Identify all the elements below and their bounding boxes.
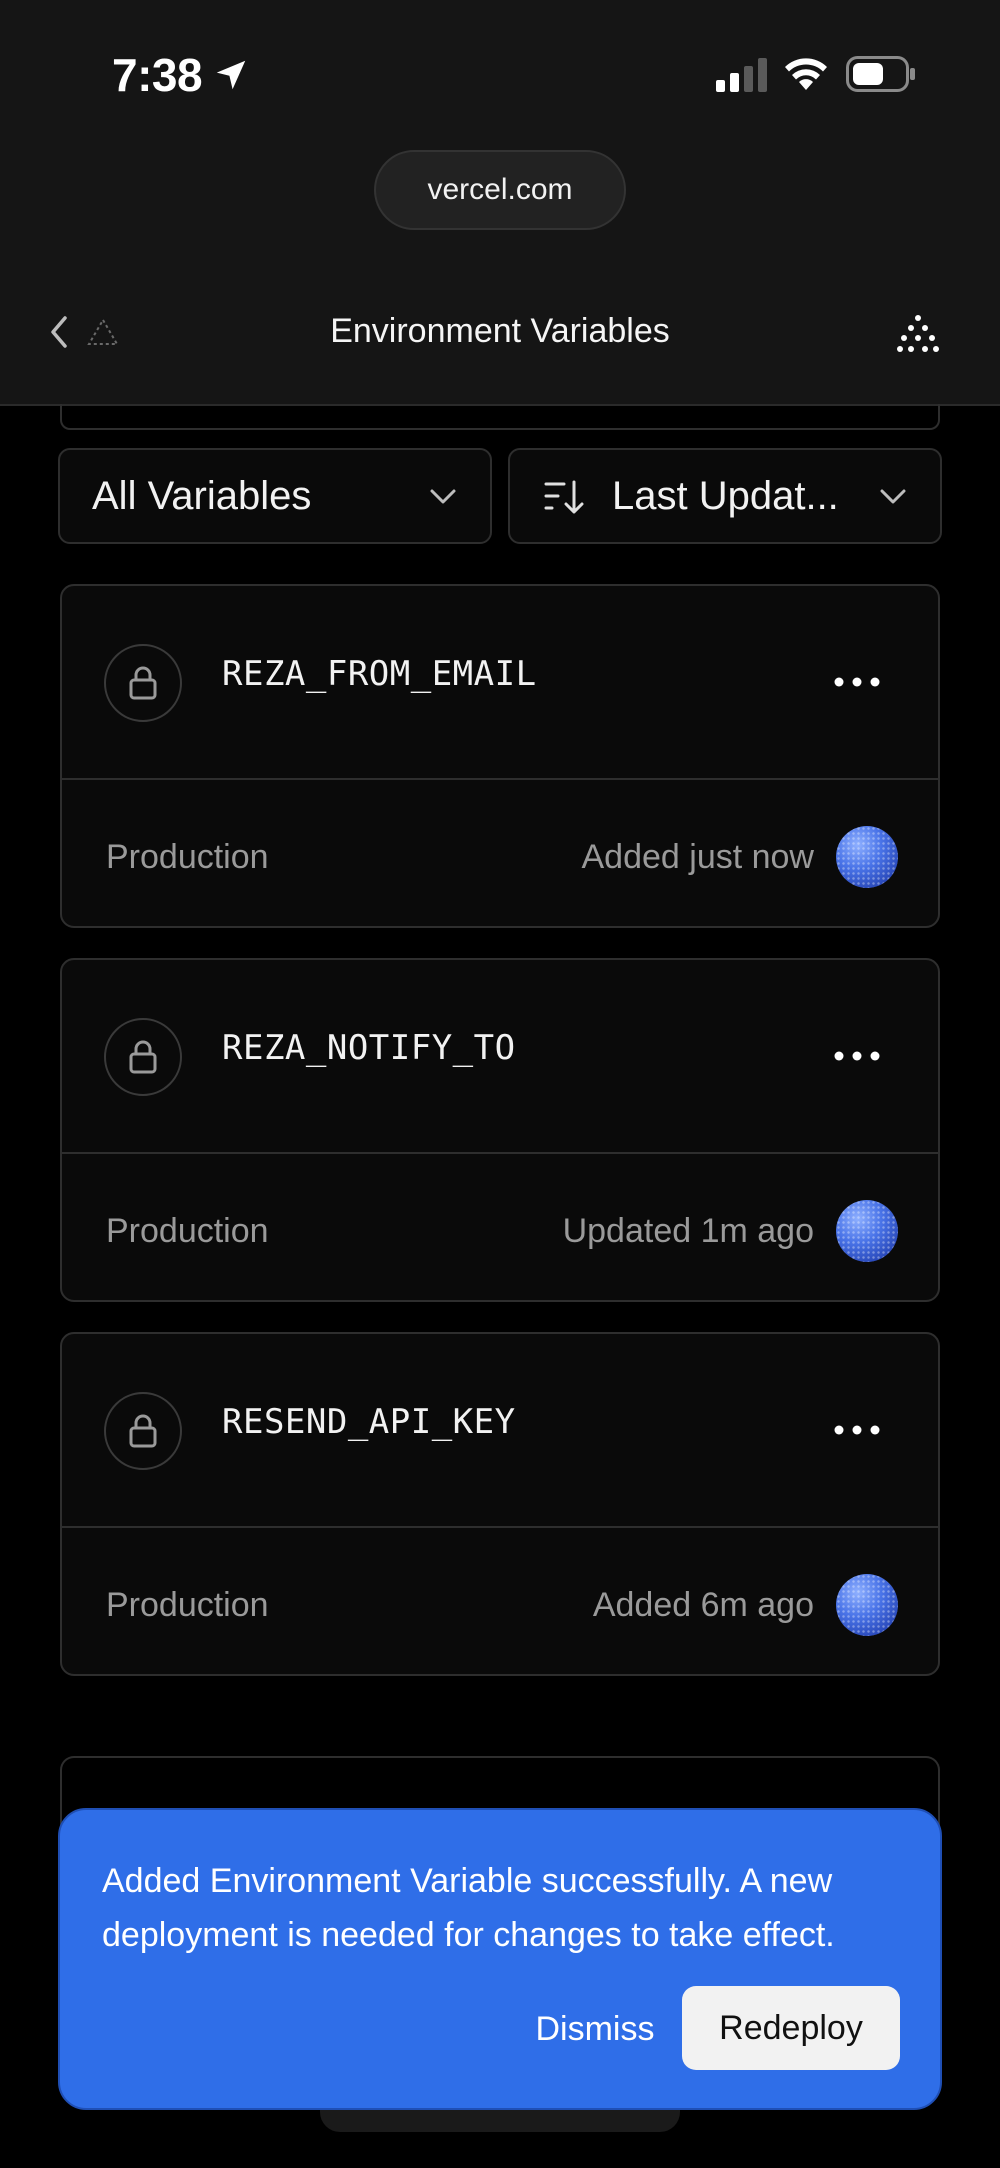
env-var-name: REZA_NOTIFY_TO xyxy=(222,1028,516,1068)
sort-descending-icon xyxy=(544,480,584,514)
avatar xyxy=(836,1574,898,1636)
redeploy-button[interactable]: Redeploy xyxy=(682,1986,900,2070)
env-target-label: Production xyxy=(106,838,269,876)
dismiss-button[interactable]: Dismiss xyxy=(500,1988,690,2070)
success-toast: Added Environment Variable successfully.… xyxy=(58,1808,942,2110)
url-pill[interactable]: vercel.com xyxy=(374,150,626,230)
scope-select-label: All Variables xyxy=(92,473,312,518)
scope-select[interactable]: All Variables xyxy=(58,448,492,544)
sort-select[interactable]: Last Updat... xyxy=(508,448,942,544)
page: 7:38 vercel.com Environment Variables Al… xyxy=(0,0,1000,2168)
more-options-icon[interactable] xyxy=(830,1044,884,1068)
env-var-card-header: REZA_FROM_EMAIL xyxy=(62,586,938,780)
status-bar: 7:38 xyxy=(0,0,1000,140)
sort-select-label: Last Updat... xyxy=(612,473,839,518)
menu-dots-icon[interactable] xyxy=(896,312,940,356)
lock-icon xyxy=(129,666,157,700)
env-var-timestamp: Updated 1m ago xyxy=(562,1212,814,1250)
avatar xyxy=(836,826,898,888)
env-var-card: REZA_FROM_EMAIL Production Added just no… xyxy=(60,584,940,928)
lock-icon xyxy=(129,1414,157,1448)
page-header: Environment Variables xyxy=(0,260,1000,406)
env-var-name: RESEND_API_KEY xyxy=(222,1402,516,1442)
cellular-signal-icon xyxy=(716,58,767,92)
env-var-timestamp: Added just now xyxy=(581,838,815,876)
more-options-icon[interactable] xyxy=(830,1418,884,1442)
chevron-down-icon xyxy=(430,489,456,504)
location-arrow-icon xyxy=(216,60,246,90)
lock-badge xyxy=(104,1018,182,1096)
lock-badge xyxy=(104,1392,182,1470)
more-options-icon[interactable] xyxy=(830,670,884,694)
chevron-down-icon xyxy=(880,489,906,504)
env-var-card-header: RESEND_API_KEY xyxy=(62,1334,938,1528)
env-target-label: Production xyxy=(106,1212,269,1250)
env-var-timestamp: Added 6m ago xyxy=(592,1586,814,1624)
lock-icon xyxy=(129,1040,157,1074)
env-var-name: REZA_FROM_EMAIL xyxy=(222,654,537,694)
battery-icon xyxy=(846,56,915,92)
avatar xyxy=(836,1200,898,1262)
env-var-card: REZA_NOTIFY_TO Production Updated 1m ago xyxy=(60,958,940,1302)
env-var-card: RESEND_API_KEY Production Added 6m ago xyxy=(60,1332,940,1676)
lock-badge xyxy=(104,644,182,722)
status-time: 7:38 xyxy=(112,49,203,101)
toast-message: Added Environment Variable successfully.… xyxy=(102,1862,835,1954)
wifi-icon xyxy=(785,58,827,90)
env-target-label: Production xyxy=(106,1586,269,1624)
search-input[interactable] xyxy=(60,404,940,430)
env-var-card-header: REZA_NOTIFY_TO xyxy=(62,960,938,1154)
bottom-bar-remnant xyxy=(320,2108,680,2132)
page-title: Environment Variables xyxy=(330,312,670,350)
